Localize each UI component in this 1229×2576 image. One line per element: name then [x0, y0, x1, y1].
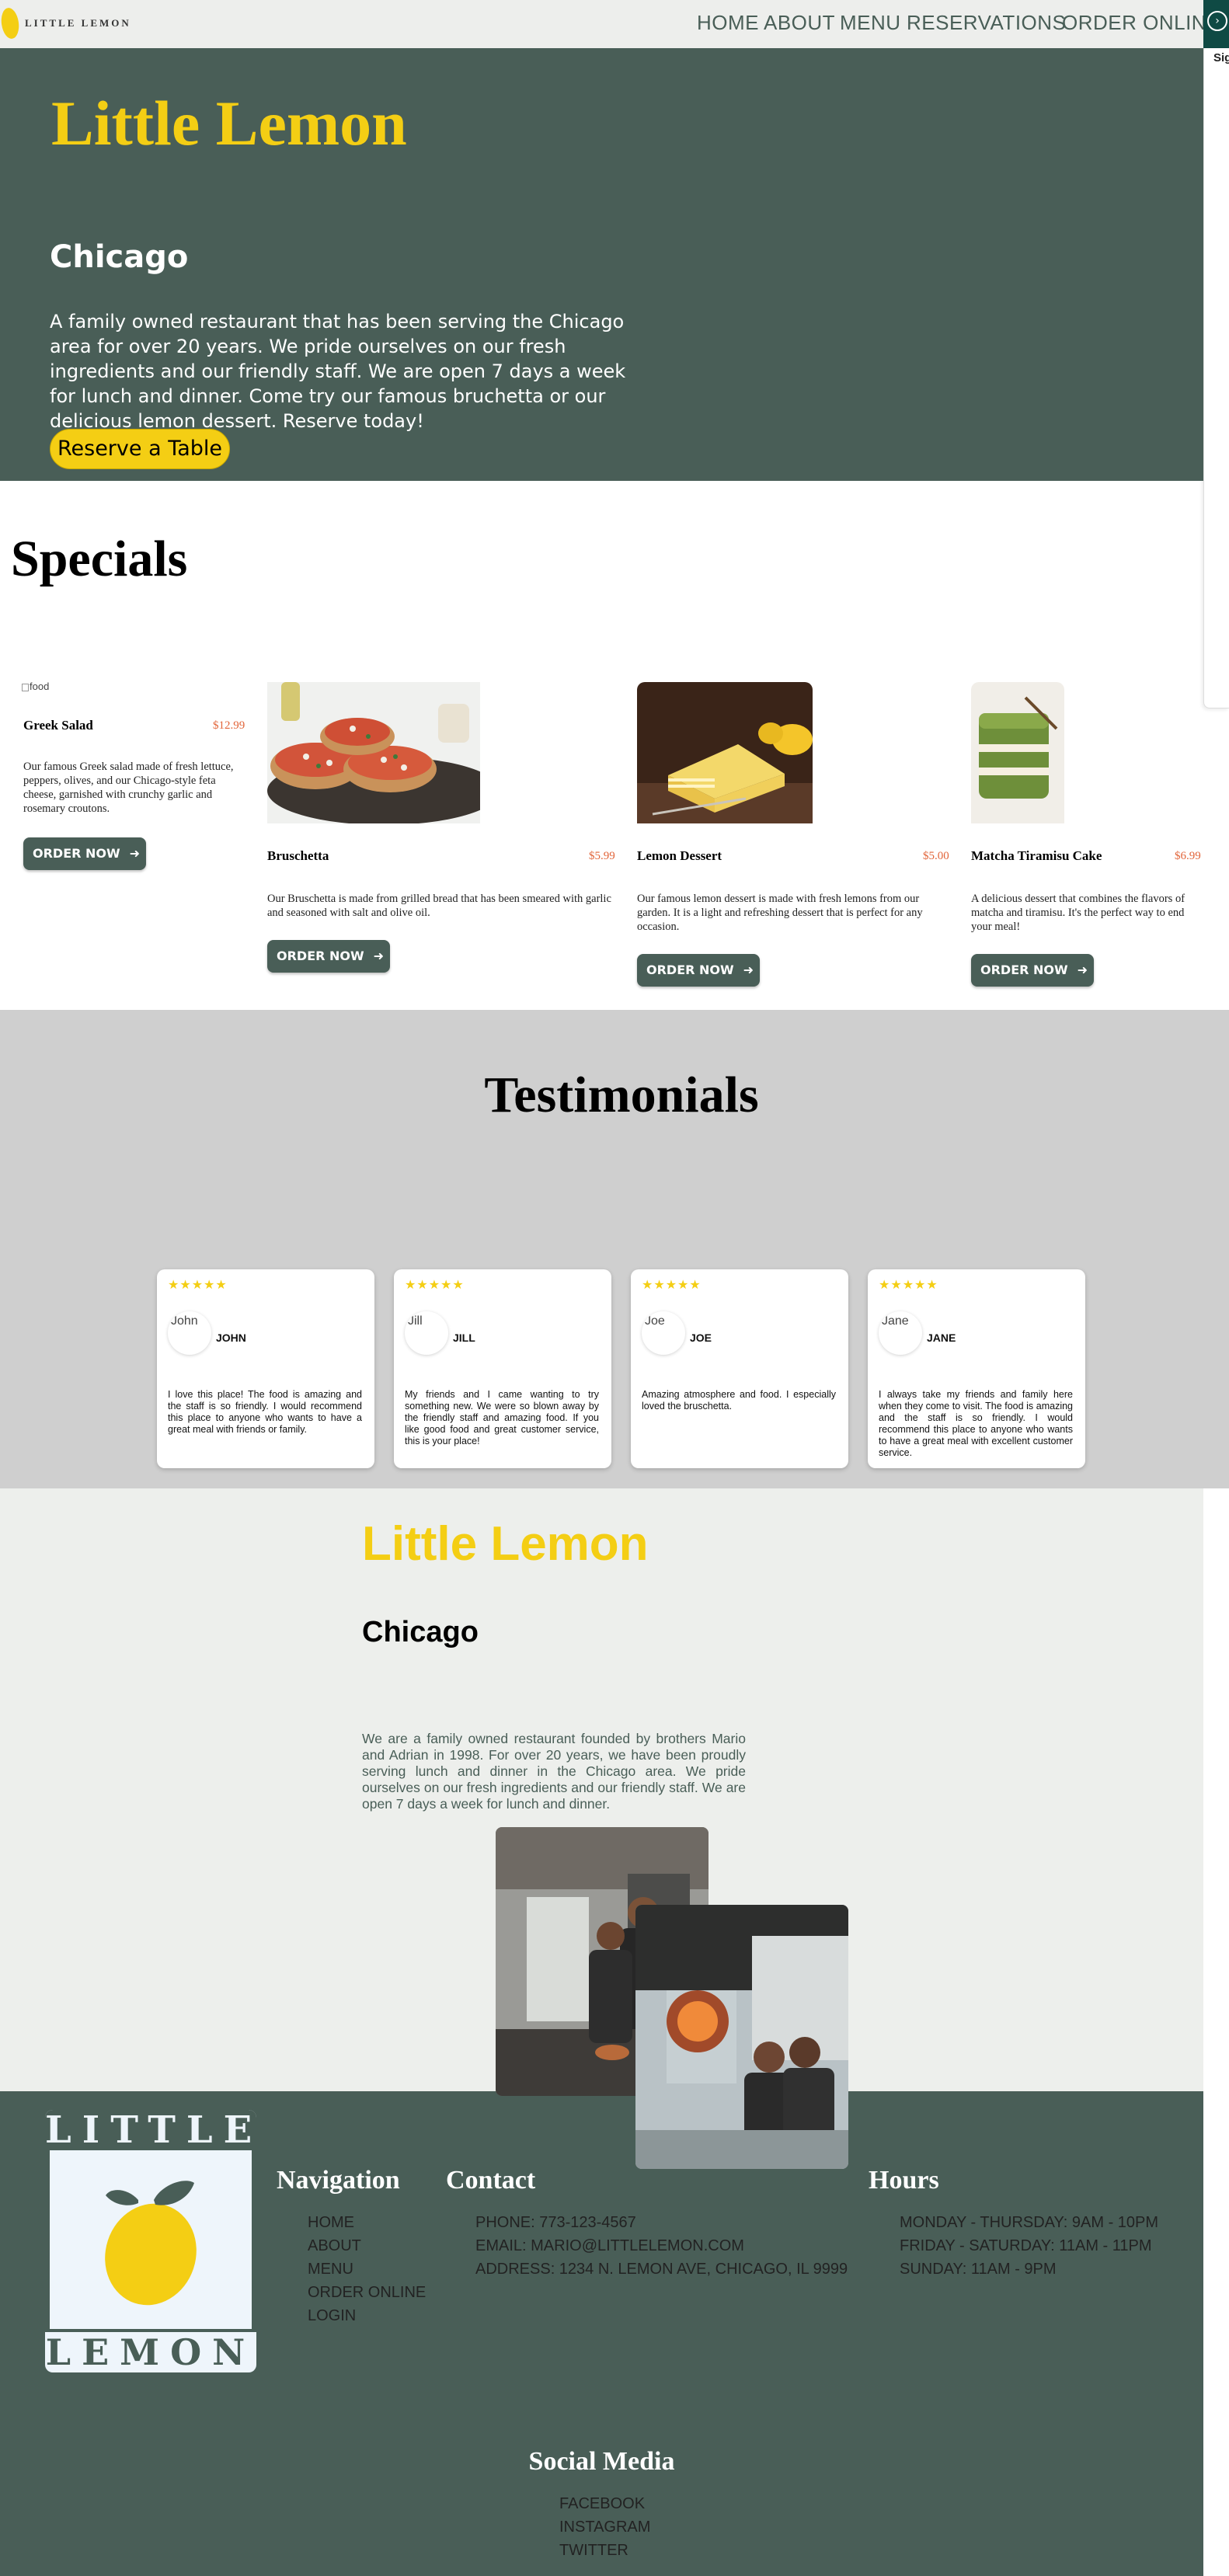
specials-title: Specials — [11, 531, 188, 587]
footer-navigation-title: Navigation — [277, 2166, 400, 2195]
dish-price-greek-salad: $12.99 — [213, 719, 245, 732]
contact-email: EMAIL: MARIO@LITTLELEMON.COM — [475, 2237, 744, 2254]
testimonial-card: ★★★★★ John JOHN I love this place! The f… — [157, 1269, 374, 1468]
order-now-button-lemon-dessert[interactable]: ORDER NOW ➜ — [637, 954, 760, 987]
arrow-right-icon[interactable]: › — [1207, 11, 1227, 31]
side-panel — [1203, 48, 1229, 708]
about-title: Little Lemon — [362, 1517, 649, 1571]
lemon-dessert-image — [637, 682, 813, 823]
footer-navigation-list: HOME ABOUT MENU ORDER ONLINE LOGIN — [308, 2211, 426, 2327]
star-rating-icon: ★★★★★ — [642, 1277, 702, 1292]
avatar: Jill — [405, 1311, 448, 1355]
dish-name-bruschetta: Bruschetta — [267, 848, 329, 863]
avatar: John — [168, 1311, 211, 1355]
dish-price-lemon-dessert: $5.00 — [923, 850, 949, 862]
nav-link-reservations[interactable]: RESERVATIONS — [907, 11, 1066, 35]
footer-hours-title: Hours — [869, 2166, 939, 2195]
nav-link-order-online[interactable]: ORDER ONLINE — [1062, 11, 1220, 35]
dish-desc-bruschetta: Our Bruschetta is made from grilled brea… — [267, 893, 611, 919]
social-link-facebook[interactable]: FACEBOOK — [559, 2492, 650, 2515]
about-subtitle: Chicago — [362, 1616, 479, 1648]
dish-desc-lemon-dessert: Our famous lemon dessert is made with fr… — [637, 893, 923, 933]
dish-price-bruschetta: $5.99 — [589, 850, 615, 862]
testimonial-text: Amazing atmosphere and food. I especiall… — [642, 1389, 836, 1412]
matcha-tiramisu-image — [971, 682, 1064, 823]
footer-contact-title: Contact — [446, 2166, 536, 2195]
testimonial-card: ★★★★★ Joe JOE Amazing atmosphere and foo… — [631, 1269, 848, 1468]
footer-hours-list: MONDAY - THURSDAY: 9AM - 10PM FRIDAY - S… — [900, 2211, 1158, 2281]
footer-logo-top-text: LITTLE — [45, 2110, 256, 2152]
dish-name-lemon-dessert: Lemon Dessert — [637, 848, 722, 863]
avatar: Jane — [879, 1311, 922, 1355]
contact-phone: PHONE: 773-123-4567 — [475, 2214, 636, 2231]
nav-link-menu[interactable]: MENU — [840, 11, 901, 35]
chefs-photo-2 — [635, 1905, 848, 2169]
testimonial-name: JANE — [927, 1332, 956, 1344]
social-link-instagram[interactable]: INSTAGRAM — [559, 2515, 650, 2539]
lemon-icon — [105, 2181, 197, 2306]
footer-logo-bottom-text: LEMON — [45, 2331, 256, 2372]
reserve-table-button[interactable]: Reserve a Table — [50, 429, 230, 469]
footer-link-menu[interactable]: MENU — [308, 2257, 426, 2281]
star-rating-icon: ★★★★★ — [879, 1277, 938, 1292]
dish-name-greek-salad: Greek Salad — [23, 718, 93, 733]
footer-social-list: FACEBOOK INSTAGRAM TWITTER — [559, 2492, 650, 2562]
dish-name-matcha-tiramisu: Matcha Tiramisu Cake — [971, 848, 1102, 863]
testimonials-title: Testimonials — [484, 1067, 759, 1123]
footer-social-title: Social Media — [528, 2447, 675, 2476]
bruschetta-image — [267, 682, 480, 823]
side-panel-label[interactable]: Sig — [1213, 51, 1229, 64]
dish-price-matcha-tiramisu: $6.99 — [1175, 850, 1201, 862]
footer-link-home[interactable]: HOME — [308, 2211, 426, 2234]
footer-link-order-online[interactable]: ORDER ONLINE — [308, 2281, 426, 2304]
footer-link-login[interactable]: LOGIN — [308, 2304, 426, 2327]
about-description: We are a family owned restaurant founded… — [362, 1731, 746, 1812]
testimonial-text: My friends and I came wanting to try som… — [405, 1389, 599, 1446]
testimonial-name: JILL — [453, 1332, 475, 1344]
greek-salad-image-broken: food — [22, 681, 49, 692]
testimonial-name: JOHN — [216, 1332, 246, 1344]
nav-link-home[interactable]: HOME — [697, 11, 759, 35]
logo-text[interactable]: LITTLE LEMON — [25, 17, 131, 30]
nav-link-about[interactable]: ABOUT — [764, 11, 835, 35]
footer-contact-list: PHONE: 773-123-4567 EMAIL: MARIO@LITTLEL… — [475, 2211, 848, 2281]
star-rating-icon: ★★★★★ — [168, 1277, 228, 1292]
contact-address: ADDRESS: 1234 N. LEMON AVE, CHICAGO, IL … — [475, 2261, 848, 2278]
hero-title: Little Lemon — [51, 88, 407, 158]
testimonial-text: I always take my friends and family here… — [879, 1389, 1073, 1458]
avatar: Joe — [642, 1311, 685, 1355]
testimonial-name: JOE — [690, 1332, 712, 1344]
hours-weekend: FRIDAY - SATURDAY: 11AM - 11PM — [900, 2237, 1152, 2254]
order-now-button-greek-salad[interactable]: ORDER NOW ➜ — [23, 837, 146, 870]
testimonial-text: I love this place! The food is amazing a… — [168, 1389, 362, 1435]
hero-subtitle: Chicago — [50, 239, 189, 275]
dish-desc-greek-salad: Our famous Greek salad made of fresh let… — [23, 761, 234, 815]
hours-sunday: SUNDAY: 11AM - 9PM — [900, 2261, 1057, 2278]
order-now-button-matcha-tiramisu[interactable]: ORDER NOW ➜ — [971, 954, 1094, 987]
dish-desc-matcha-tiramisu: A delicious dessert that combines the fl… — [971, 893, 1185, 933]
hero-description: A family owned restaurant that has been … — [50, 311, 626, 432]
footer-link-about[interactable]: ABOUT — [308, 2234, 426, 2257]
testimonial-card: ★★★★★ Jane JANE I always take my friends… — [868, 1269, 1085, 1468]
testimonial-card: ★★★★★ Jill JILL My friends and I came wa… — [394, 1269, 611, 1468]
star-rating-icon: ★★★★★ — [405, 1277, 465, 1292]
hours-weekday: MONDAY - THURSDAY: 9AM - 10PM — [900, 2214, 1159, 2231]
social-link-twitter[interactable]: TWITTER — [559, 2539, 650, 2562]
order-now-button-bruschetta[interactable]: ORDER NOW ➜ — [267, 940, 390, 973]
footer-logo[interactable]: LITTLE LEMON — [45, 2110, 256, 2372]
